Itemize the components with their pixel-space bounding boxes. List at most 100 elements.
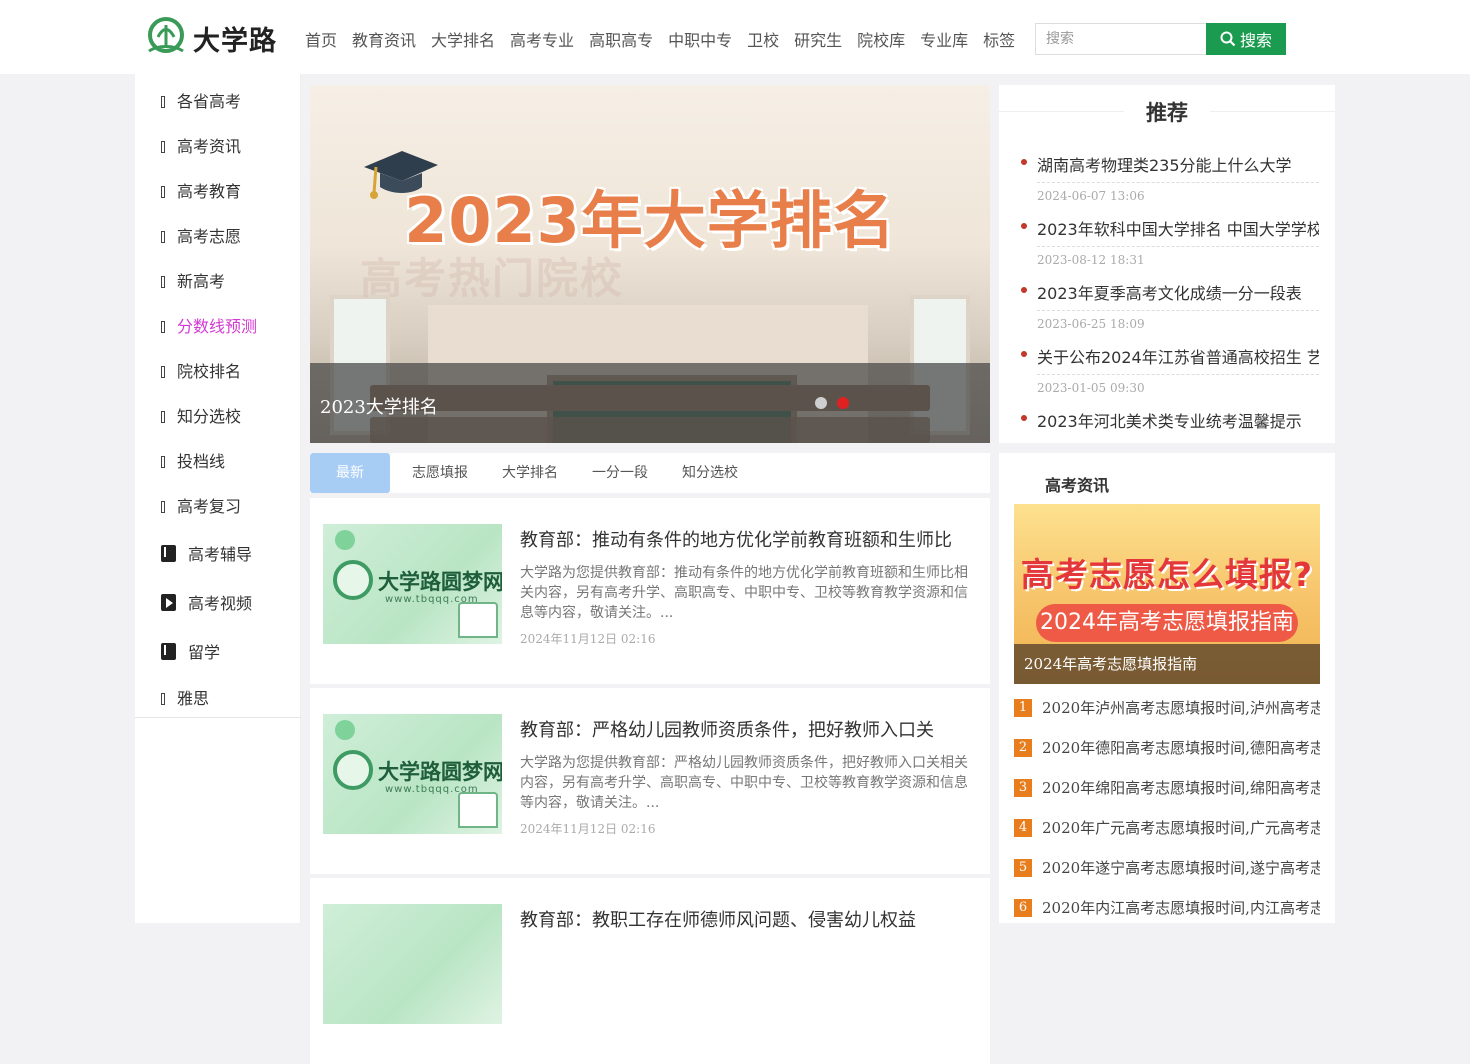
rank-badge: 2 xyxy=(1014,739,1032,757)
tab-score-school-select[interactable]: 知分选校 xyxy=(670,453,750,493)
carousel-dot-2[interactable] xyxy=(837,397,849,409)
nav-higher-vocational[interactable]: 高职高专 xyxy=(589,27,653,51)
nav-home[interactable]: 首页 xyxy=(305,27,337,51)
play-icon xyxy=(161,593,176,611)
carousel-dot-1[interactable] xyxy=(815,397,827,409)
banner-caption-bar: 2023大学排名 xyxy=(310,363,990,443)
feature-image-pill: 2024年高考志愿填报指南 xyxy=(1036,604,1298,642)
sidebar-item-label: 院校排名 xyxy=(177,362,242,381)
sidebar-item-label: 各省高考 xyxy=(177,92,242,111)
recommend-panel: 推荐 湖南高考物理类235分能上什么大学 2024-06-07 13:06 20… xyxy=(999,85,1335,443)
gaokao-news-panel: 高考资讯 高考志愿怎么填报? 2024年高考志愿填报指南 2024年高考志愿填报… xyxy=(999,453,1335,923)
box-icon xyxy=(161,366,165,378)
recommend-title: 推荐 xyxy=(1146,101,1188,125)
ranked-news-item[interactable]: 6 2020年内江高考志愿填报时间,内江高考志愿 xyxy=(1014,899,1320,919)
rank-badge: 3 xyxy=(1014,779,1032,797)
box-icon xyxy=(161,141,165,153)
nav-graduate[interactable]: 研究生 xyxy=(794,27,842,51)
sidebar-divider xyxy=(135,717,301,718)
book-icon xyxy=(161,642,176,660)
tab-university-ranking[interactable]: 大学排名 xyxy=(490,453,570,493)
nav-university-ranking[interactable]: 大学排名 xyxy=(431,27,495,51)
rank-badge: 5 xyxy=(1014,859,1032,877)
sidebar-item-label: 高考教育 xyxy=(177,182,242,201)
ranked-news-item[interactable]: 4 2020年广元高考志愿填报时间,广元高考志愿 xyxy=(1014,819,1320,839)
banner-headline: 2023年大学排名 xyxy=(404,184,896,257)
nav-gaokao-majors[interactable]: 高考专业 xyxy=(510,27,574,51)
ranked-news-link[interactable]: 2020年德阳高考志愿填报时间,德阳高考志愿 xyxy=(1042,737,1320,758)
tab-application[interactable]: 志愿填报 xyxy=(400,453,480,493)
sidebar-item-school-ranking[interactable]: 院校排名 xyxy=(161,358,241,382)
bullet-icon xyxy=(1021,223,1027,229)
nav-major-library[interactable]: 专业库 xyxy=(920,27,968,51)
box-icon xyxy=(161,693,165,705)
nav-school-library[interactable]: 院校库 xyxy=(857,27,905,51)
sidebar-item-gaokao-review[interactable]: 高考复习 xyxy=(161,493,241,517)
sidebar-item-gaokao-news[interactable]: 高考资讯 xyxy=(161,133,241,157)
feature-image-headline: 高考志愿怎么填报? xyxy=(1020,555,1314,594)
bullet-icon xyxy=(1021,159,1027,165)
recommend-link[interactable]: 关于公布2024年江苏省普通高校招生 艺术类 xyxy=(1037,344,1319,375)
sidebar-item-label: 高考志愿 xyxy=(177,227,242,246)
box-icon xyxy=(161,231,165,243)
gaokao-news-feature-image[interactable]: 高考志愿怎么填报? 2024年高考志愿填报指南 2024年高考志愿填报指南 xyxy=(1014,504,1320,684)
article-title[interactable]: 教育部：严格幼儿园教师资质条件，把好教师入口关 xyxy=(520,716,976,742)
ranked-news-link[interactable]: 2020年内江高考志愿填报时间,内江高考志愿 xyxy=(1042,897,1320,918)
article-card[interactable]: 大学路圆梦网 www.tbqqq.com 教育部：推动有条件的地方优化学前教育班… xyxy=(310,498,990,684)
site-logo[interactable]: 大学路 xyxy=(143,17,283,57)
tab-score-table[interactable]: 一分一段 xyxy=(580,453,660,493)
ranked-news-item[interactable]: 1 2020年泸州高考志愿填报时间,泸州高考志愿 xyxy=(1014,699,1320,719)
nav-education-news[interactable]: 教育资讯 xyxy=(352,27,416,51)
ranked-news-link[interactable]: 2020年遂宁高考志愿填报时间,遂宁高考志愿 xyxy=(1042,857,1320,878)
thumbnail-brand: 大学路圆梦网 xyxy=(378,570,502,594)
sidebar-item-gaokao-education[interactable]: 高考教育 xyxy=(161,178,241,202)
hero-banner[interactable]: 高考热门院校 2023年大学排名 2023大学排名 xyxy=(310,85,990,443)
ranked-news-item[interactable]: 5 2020年遂宁高考志愿填报时间,遂宁高考志愿 xyxy=(1014,859,1320,879)
feature-image-caption[interactable]: 2024年高考志愿填报指南 xyxy=(1014,644,1320,684)
recommend-link[interactable]: 2023年夏季高考文化成绩一分一段表 xyxy=(1037,280,1319,311)
article-thumbnail[interactable]: 大学路圆梦网 www.tbqqq.com xyxy=(323,524,502,644)
article-thumbnail[interactable] xyxy=(323,904,502,1024)
article-description: 大学路为您提供教育部：推动有条件的地方优化学前教育班额和生师比相关内容，另有高考… xyxy=(520,565,968,621)
ranked-news-item[interactable]: 2 2020年德阳高考志愿填报时间,德阳高考志愿 xyxy=(1014,739,1320,759)
article-card[interactable]: 大学路圆梦网 www.tbqqq.com 教育部：严格幼儿园教师资质条件，把好教… xyxy=(310,688,990,874)
recommend-link[interactable]: 湖南高考物理类235分能上什么大学 xyxy=(1037,152,1319,183)
book-icon xyxy=(458,602,498,638)
sidebar-item-ielts[interactable]: 雅思 xyxy=(161,685,209,709)
box-icon xyxy=(161,501,165,513)
sidebar-item-new-gaokao[interactable]: 新高考 xyxy=(161,268,225,292)
recommend-link[interactable]: 2023年河北美术类专业统考温馨提示 xyxy=(1037,408,1319,438)
nav-health-school[interactable]: 卫校 xyxy=(747,27,779,51)
search-icon xyxy=(1220,31,1236,47)
sidebar-item-gaokao-video[interactable]: 高考视频 xyxy=(161,590,252,614)
ranked-news-item[interactable]: 3 2020年绵阳高考志愿填报时间,绵阳高考志愿 xyxy=(1014,779,1320,799)
article-title[interactable]: 教育部：推动有条件的地方优化学前教育班额和生师比 xyxy=(520,526,976,552)
sidebar-item-score-school-select[interactable]: 知分选校 xyxy=(161,403,241,427)
ranked-news-link[interactable]: 2020年泸州高考志愿填报时间,泸州高考志愿 xyxy=(1042,697,1320,718)
book-icon xyxy=(458,792,498,828)
sidebar-item-admission-line[interactable]: 投档线 xyxy=(161,448,225,472)
sidebar-item-score-prediction[interactable]: 分数线预测 xyxy=(161,313,257,337)
rank-badge: 1 xyxy=(1014,699,1032,717)
ranked-news-link[interactable]: 2020年广元高考志愿填报时间,广元高考志愿 xyxy=(1042,817,1320,838)
article-card[interactable]: 教育部：教职工存在师德师风问题、侵害幼儿权益 xyxy=(310,878,990,1064)
article-thumbnail[interactable]: 大学路圆梦网 www.tbqqq.com xyxy=(323,714,502,834)
sidebar-item-gaokao-application[interactable]: 高考志愿 xyxy=(161,223,241,247)
article-tabs: 最新 志愿填报 大学排名 一分一段 知分选校 xyxy=(310,453,990,493)
article-title[interactable]: 教育部：教职工存在师德师风问题、侵害幼儿权益 xyxy=(520,906,976,932)
nav-tags[interactable]: 标签 xyxy=(983,27,1015,51)
sidebar-item-label: 知分选校 xyxy=(177,407,242,426)
search-input[interactable] xyxy=(1035,23,1207,55)
sidebar-item-gaokao-tutoring[interactable]: 高考辅导 xyxy=(161,541,252,565)
sidebar-item-label: 雅思 xyxy=(177,689,210,708)
recommend-date: 2024-06-07 13:06 xyxy=(1037,189,1145,203)
nav-secondary-vocational[interactable]: 中职中专 xyxy=(668,27,732,51)
sidebar-item-study-abroad[interactable]: 留学 xyxy=(161,639,220,663)
search-button[interactable]: 搜索 xyxy=(1206,23,1286,55)
recommend-date: 2023-08-12 18:31 xyxy=(1037,253,1145,267)
sidebar-item-provincial-gaokao[interactable]: 各省高考 xyxy=(161,88,241,112)
sidebar-item-label: 新高考 xyxy=(177,272,226,291)
tab-latest[interactable]: 最新 xyxy=(310,453,390,493)
ranked-news-link[interactable]: 2020年绵阳高考志愿填报时间,绵阳高考志愿 xyxy=(1042,777,1320,798)
recommend-link[interactable]: 2023年软科中国大学排名 中国大学学校排名 xyxy=(1037,216,1319,247)
